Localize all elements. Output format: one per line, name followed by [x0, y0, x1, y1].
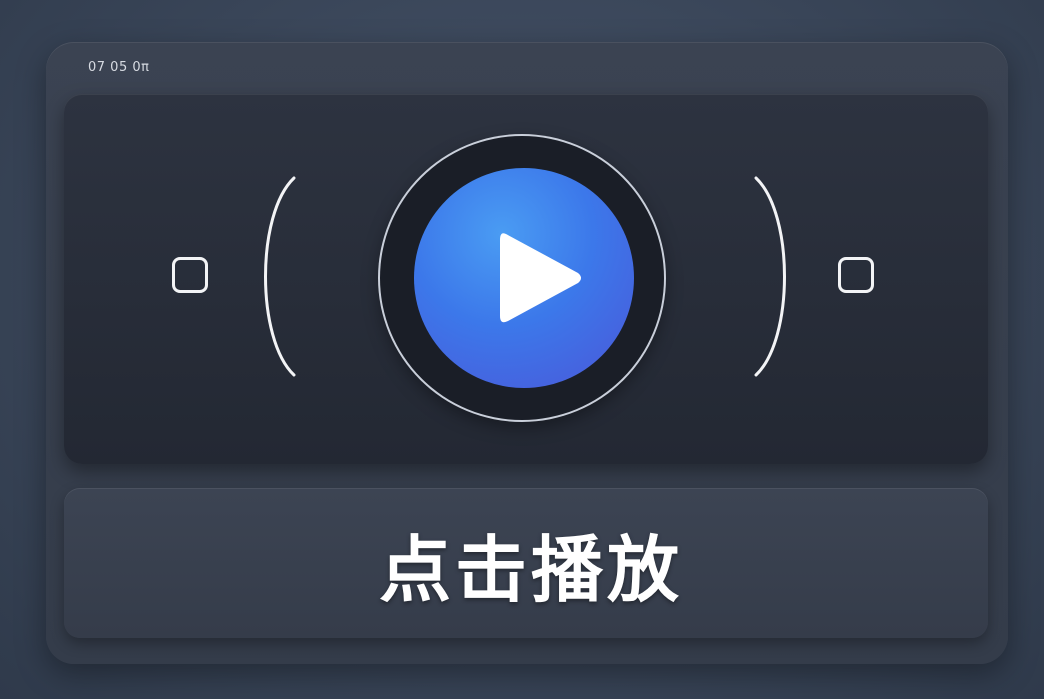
player-card: 07 05 0π 点击播放 [46, 42, 1008, 664]
play-button[interactable] [380, 136, 664, 420]
play-button-inner[interactable] [414, 168, 634, 388]
click-to-play-button[interactable]: 点击播放 [64, 488, 988, 638]
right-bracket-decoration [754, 176, 786, 377]
left-square-button[interactable] [172, 257, 208, 293]
play-icon [500, 233, 581, 323]
left-bracket-decoration [264, 176, 296, 377]
click-to-play-label: 点击播放 [378, 527, 683, 612]
timestamp-label: 07 05 0π [88, 60, 150, 75]
video-player-panel[interactable] [64, 94, 988, 464]
right-square-button[interactable] [838, 257, 874, 293]
